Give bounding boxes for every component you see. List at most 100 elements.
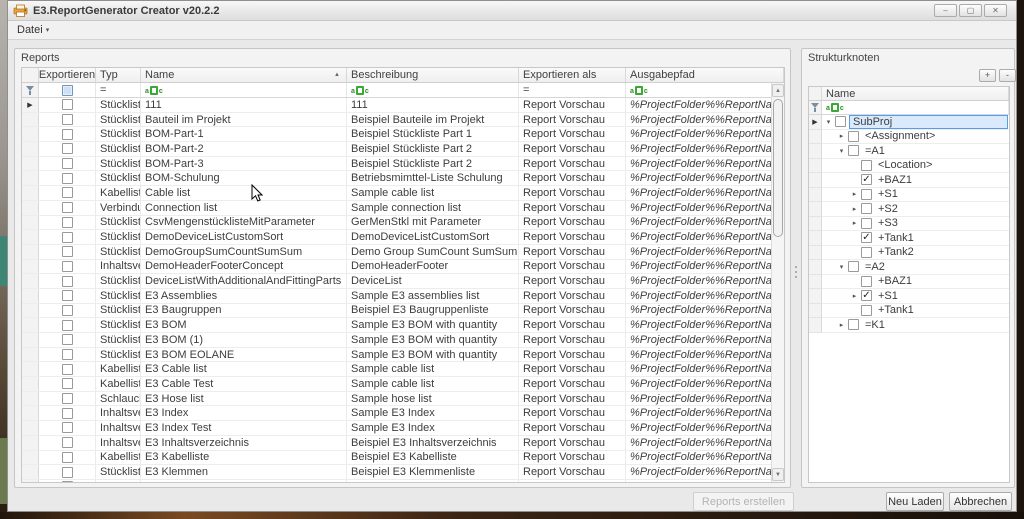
- tree-row[interactable]: ▸+S1: [809, 188, 1009, 203]
- tree-node-label[interactable]: +Tank2: [875, 246, 917, 258]
- exportieren-checkbox[interactable]: [62, 129, 73, 140]
- exportieren-checkbox[interactable]: [62, 393, 73, 404]
- tree-row[interactable]: ▸=K1: [809, 318, 1009, 333]
- tree-node-label[interactable]: =A1: [862, 145, 888, 157]
- tree-node-checkbox[interactable]: [848, 145, 859, 156]
- tree-node-label[interactable]: +S2: [875, 203, 901, 215]
- table-row[interactable]: StücklisteE3 BOMSample E3 BOM with quant…: [22, 318, 784, 333]
- table-row[interactable]: StücklisteBOM-Part-2Beispiel Stückliste …: [22, 142, 784, 157]
- exportieren-checkbox[interactable]: [62, 378, 73, 389]
- filter-checkbox-indeterminate[interactable]: [62, 85, 73, 96]
- tree-node-checkbox[interactable]: [861, 160, 872, 171]
- exportieren-cell[interactable]: [39, 142, 96, 156]
- exportieren-cell[interactable]: [39, 480, 96, 483]
- menu-datei[interactable]: Datei ▾: [11, 22, 55, 38]
- tree-row[interactable]: +BAZ1: [809, 275, 1009, 290]
- exportieren-cell[interactable]: [39, 333, 96, 347]
- column-header-typ[interactable]: Typ: [96, 68, 141, 82]
- tree-node-label[interactable]: +S1: [875, 290, 901, 302]
- exportieren-checkbox[interactable]: [62, 290, 73, 301]
- tree-node-checkbox[interactable]: [848, 261, 859, 272]
- expand-expanded-icon[interactable]: ▾: [822, 118, 835, 126]
- tree-row[interactable]: ▾ =A2: [809, 260, 1009, 275]
- exportieren-cell[interactable]: [39, 127, 96, 141]
- table-row[interactable]: KabellisteE3 Cable listSample cable list…: [22, 362, 784, 377]
- filter-beschreibung[interactable]: ac: [347, 83, 519, 97]
- exportieren-checkbox[interactable]: [62, 202, 73, 213]
- tree-row[interactable]: ▸✓+S1: [809, 289, 1009, 304]
- tree-row[interactable]: ✓+Tank1: [809, 231, 1009, 246]
- exportieren-cell[interactable]: [39, 318, 96, 332]
- table-row[interactable]: Inhaltsverzeic...E3 InhaltsverzeichnisBe…: [22, 436, 784, 451]
- tree-node-label[interactable]: +BAZ1: [875, 174, 915, 186]
- exportieren-cell[interactable]: [39, 406, 96, 420]
- expand-expanded-icon[interactable]: ▾: [835, 263, 848, 271]
- remove-node-button[interactable]: -: [999, 69, 1016, 82]
- exportieren-cell[interactable]: [39, 465, 96, 479]
- exportieren-checkbox[interactable]: [62, 246, 73, 257]
- exportieren-checkbox[interactable]: [62, 217, 73, 228]
- exportieren-cell[interactable]: [39, 216, 96, 230]
- tree-node-checkbox[interactable]: ✓: [861, 290, 872, 301]
- tree-node-checkbox[interactable]: [861, 218, 872, 229]
- scroll-up-icon[interactable]: ▲: [772, 84, 784, 97]
- exportieren-checkbox[interactable]: [62, 158, 73, 169]
- exportieren-checkbox[interactable]: [62, 261, 73, 272]
- expand-collapsed-icon[interactable]: ▸: [848, 205, 861, 213]
- exportieren-cell[interactable]: [39, 245, 96, 259]
- filter-typ[interactable]: =: [96, 83, 141, 97]
- table-row[interactable]: Inhaltsverzeic...E3 IndexSample E3 Index…: [22, 406, 784, 421]
- maximize-icon[interactable]: ▢: [959, 4, 982, 17]
- exportieren-cell[interactable]: [39, 157, 96, 171]
- scrollbar-thumb[interactable]: [773, 99, 783, 237]
- exportieren-checkbox[interactable]: [62, 467, 73, 478]
- exportieren-cell[interactable]: [39, 392, 96, 406]
- tree-node-label[interactable]: <Assignment>: [862, 130, 938, 142]
- exportieren-cell[interactable]: [39, 304, 96, 318]
- exportieren-checkbox[interactable]: [62, 422, 73, 433]
- exportieren-checkbox[interactable]: [62, 187, 73, 198]
- neu-laden-button[interactable]: Neu Laden: [886, 492, 944, 511]
- exportieren-cell[interactable]: [39, 113, 96, 127]
- table-row[interactable]: ▶Stückliste111111Report Vorschau%Project…: [22, 98, 784, 113]
- tree-row[interactable]: ▸ +S3: [809, 217, 1009, 232]
- minimize-icon[interactable]: –: [934, 4, 957, 17]
- exportieren-cell[interactable]: [39, 260, 96, 274]
- tree-node-checkbox[interactable]: [861, 189, 872, 200]
- exportieren-checkbox[interactable]: [62, 114, 73, 125]
- expand-collapsed-icon[interactable]: ▸: [848, 219, 861, 227]
- table-row[interactable]: StücklisteDeviceListWithAdditionalAndFit…: [22, 274, 784, 289]
- exportieren-checkbox[interactable]: [62, 364, 73, 375]
- column-header-beschreibung[interactable]: Beschreibung: [347, 68, 519, 82]
- scroll-down-icon[interactable]: ▼: [772, 468, 784, 481]
- reports-erstellen-button[interactable]: Reports erstellen: [693, 492, 794, 511]
- table-row[interactable]: StücklisteE3 BOM EOLANESample E3 BOM wit…: [22, 348, 784, 363]
- exportieren-checkbox[interactable]: [62, 481, 73, 483]
- table-row[interactable]: KabellisteE3 Cable TestSample cable list…: [22, 377, 784, 392]
- tree-node-label[interactable]: +Tank1: [875, 304, 917, 316]
- table-row[interactable]: Inhaltsverzeic...DemoHeaderFooterConcept…: [22, 260, 784, 275]
- tree-node-label[interactable]: +S3: [875, 217, 901, 229]
- exportieren-checkbox[interactable]: [62, 232, 73, 243]
- table-row[interactable]: StücklisteDemoDeviceListCustomSortDemoDe…: [22, 230, 784, 245]
- exportieren-checkbox[interactable]: [62, 276, 73, 287]
- exportieren-cell[interactable]: [39, 289, 96, 303]
- tree-row[interactable]: ✓+BAZ1: [809, 173, 1009, 188]
- tree-filter-name[interactable]: ac: [822, 101, 1009, 114]
- table-row[interactable]: StücklisteBOM-SchulungBetriebsmimttel-Li…: [22, 171, 784, 186]
- tree-node-checkbox[interactable]: [861, 305, 872, 316]
- table-row[interactable]: VerbindungslisteConnection listSample co…: [22, 201, 784, 216]
- tree-node-checkbox[interactable]: [848, 319, 859, 330]
- expand-collapsed-icon[interactable]: ▸: [835, 132, 848, 140]
- abbrechen-button[interactable]: Abbrechen: [949, 492, 1012, 511]
- tree-node-checkbox[interactable]: [861, 276, 872, 287]
- tree-node-checkbox[interactable]: [848, 131, 859, 142]
- tree-row[interactable]: ▾=A1: [809, 144, 1009, 159]
- tree-node-label[interactable]: =A2: [862, 261, 888, 273]
- exportieren-checkbox[interactable]: [62, 305, 73, 316]
- exportieren-cell[interactable]: [39, 362, 96, 376]
- exportieren-cell[interactable]: [39, 436, 96, 450]
- column-header-exportieren[interactable]: Exportieren: [39, 68, 96, 82]
- expand-collapsed-icon[interactable]: ▸: [835, 321, 848, 329]
- close-icon[interactable]: ✕: [984, 4, 1007, 17]
